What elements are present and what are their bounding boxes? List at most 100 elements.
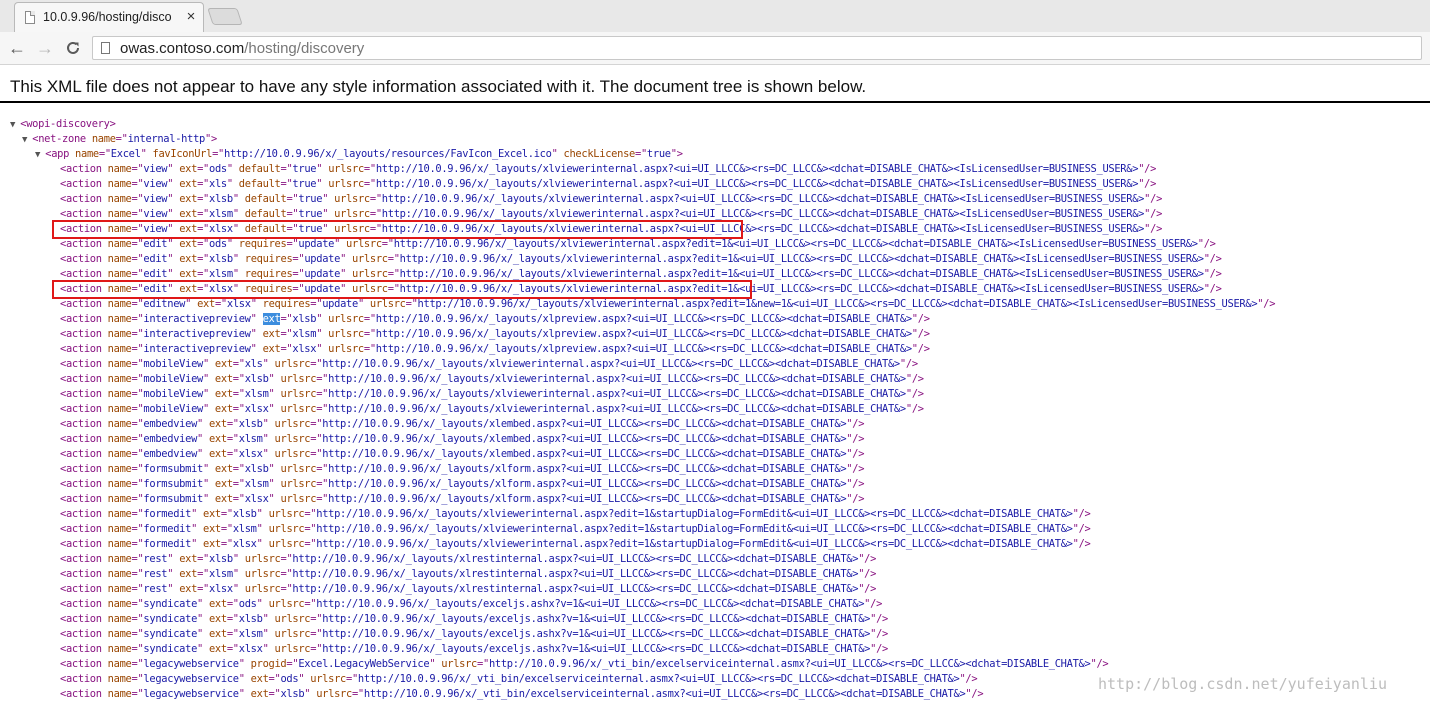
xml-attr-quote: =" — [131, 433, 144, 445]
xml-attr-value: edit — [143, 283, 168, 295]
xml-attr-quote: =" — [316, 493, 329, 505]
xml-attr-name: name — [107, 478, 132, 490]
xml-attr-value: xlsx — [244, 403, 269, 415]
xml-action-line: <action name="syndicate" ext="xlsb" urls… — [60, 612, 888, 627]
collapse-triangle-icon[interactable]: ▼ — [35, 150, 45, 160]
xml-attr-quote: " — [232, 553, 239, 565]
tab-active[interactable]: 10.0.9.96/hosting/disco × — [14, 2, 204, 32]
xml-attr-value: syndicate — [143, 613, 198, 625]
collapse-triangle-icon[interactable]: ▼ — [10, 120, 20, 130]
xml-attr-quote: " — [197, 613, 203, 625]
xml-attr-quote: =" — [197, 253, 209, 265]
xml-attr-value: interactivepreview — [143, 343, 251, 355]
xml-bracket: /> — [1078, 538, 1091, 550]
xml-attr-name: name — [107, 418, 132, 430]
new-tab-button[interactable] — [207, 8, 243, 25]
xml-attr-name: urlsrc — [274, 448, 311, 460]
xml-attr-value: ods — [208, 238, 227, 250]
xml-attr-quote: =" — [286, 238, 299, 250]
xml-attr-value: http://10.0.9.96/x/_layouts/exceljs.ashx… — [322, 628, 871, 640]
xml-attr-quote: =" — [197, 208, 209, 220]
xml-attr-quote: " — [167, 568, 174, 580]
xml-attr-name: urlsrc — [280, 388, 317, 400]
xml-attr-name: default — [238, 178, 281, 190]
xml-tag: <action — [60, 478, 102, 490]
xml-attr-name: urlsrc — [268, 538, 305, 550]
xml-attr-quote: =" — [197, 178, 209, 190]
xml-attr-value: http://10.0.9.96/x/_layouts/xlviewerinte… — [322, 358, 900, 370]
xml-attr-quote: =" — [310, 298, 323, 310]
xml-attr-name: ext — [179, 163, 198, 175]
xml-attr-quote: =" — [310, 643, 323, 655]
xml-attr-quote: " — [202, 493, 209, 505]
collapse-triangle-icon[interactable]: ▼ — [22, 135, 32, 145]
xml-attr-name: name — [107, 673, 132, 685]
xml-action-line: <action name="view" ext="xlsx" default="… — [60, 222, 1162, 237]
xml-action-line: <action name="editnew" ext="xlsx" requir… — [60, 297, 1275, 312]
xml-attr-quote: =" — [232, 493, 245, 505]
xml-attr-name: urlsrc — [310, 673, 346, 685]
xml-attr-value: xlsm — [244, 388, 269, 400]
xml-attr-quote: =" — [286, 223, 299, 235]
xml-attr-quote: " — [197, 418, 203, 430]
xml-attr-value: http://10.0.9.96/x/_layouts/xlrestintern… — [292, 553, 859, 565]
back-arrow-icon[interactable]: ← — [6, 37, 28, 59]
xml-attr-name: urlsrc — [352, 268, 388, 280]
xml-attr-quote: =" — [131, 358, 144, 370]
xml-attr-quote: " — [262, 418, 269, 430]
xml-attr-quote: =" — [226, 598, 239, 610]
xml-attr-value: formsubmit — [143, 463, 203, 475]
tab-close-icon[interactable]: × — [183, 9, 199, 25]
xml-attr-quote: " — [316, 313, 323, 325]
xml-attr-quote: =" — [363, 178, 376, 190]
xml-attr-name: ext — [179, 568, 198, 580]
xml-bracket: /> — [965, 673, 978, 685]
xml-attr-quote: =" — [197, 553, 209, 565]
xml-attr-quote: =" — [226, 613, 239, 625]
xml-attr-quote: " — [202, 358, 209, 370]
xml-attr-name: ext — [203, 523, 221, 535]
xml-attr-quote: =" — [197, 583, 209, 595]
xml-attr-name: checkLicense — [563, 148, 636, 160]
xml-attr-name: urlsrc — [334, 208, 370, 220]
xml-bracket: /> — [911, 403, 924, 415]
xml-attr-quote: " — [238, 658, 245, 670]
xml-attr-quote: =" — [131, 373, 144, 385]
xml-bracket: /> — [1150, 223, 1163, 235]
xml-attr-quote: " — [197, 448, 203, 460]
xml-attr-name: requires — [244, 253, 293, 265]
xml-attr-name: name — [107, 328, 132, 340]
xml-attr-value: view — [143, 208, 168, 220]
xml-attr-value: ods — [280, 673, 299, 685]
xml-attr-name: name — [107, 688, 132, 700]
xml-tag: <action — [60, 583, 102, 595]
xml-attr-name: ext — [197, 298, 215, 310]
xml-attr-quote: =" — [634, 148, 647, 160]
xml-attr-value: true — [646, 148, 671, 160]
xml-attr-name: ext — [179, 208, 198, 220]
xml-attr-quote: " — [197, 433, 203, 445]
xml-attr-name: urlsrc — [268, 523, 305, 535]
xml-attr-quote: " — [167, 223, 174, 235]
address-bar[interactable]: owas.contoso.com/hosting/discovery — [92, 36, 1422, 60]
xml-tag: <action — [60, 268, 102, 280]
xml-attr-name: name — [107, 373, 132, 385]
forward-arrow-icon[interactable]: → — [34, 37, 56, 59]
notice-divider — [0, 101, 1430, 103]
xml-attr-quote: =" — [214, 298, 227, 310]
xml-attr-quote: =" — [292, 268, 305, 280]
xml-attr-quote: " — [357, 298, 364, 310]
xml-attr-value: mobileView — [143, 373, 203, 385]
xml-tag: <app — [45, 148, 70, 160]
xml-attr-name: urlsrc — [369, 298, 406, 310]
reload-icon[interactable] — [62, 37, 84, 59]
xml-root-line: ▼ <wopi-discovery> — [10, 117, 116, 132]
xml-attr-quote: =" — [220, 523, 233, 535]
xml-attr-quote: =" — [131, 493, 144, 505]
xml-attr-quote: =" — [131, 193, 144, 205]
xml-attr-quote: " — [197, 628, 203, 640]
xml-tag: <action — [60, 253, 102, 265]
url-text[interactable]: owas.contoso.com/hosting/discovery — [120, 40, 364, 57]
xml-attr-value: Excel — [110, 148, 141, 160]
xml-action-line: <action name="formsubmit" ext="xlsm" url… — [60, 477, 864, 492]
